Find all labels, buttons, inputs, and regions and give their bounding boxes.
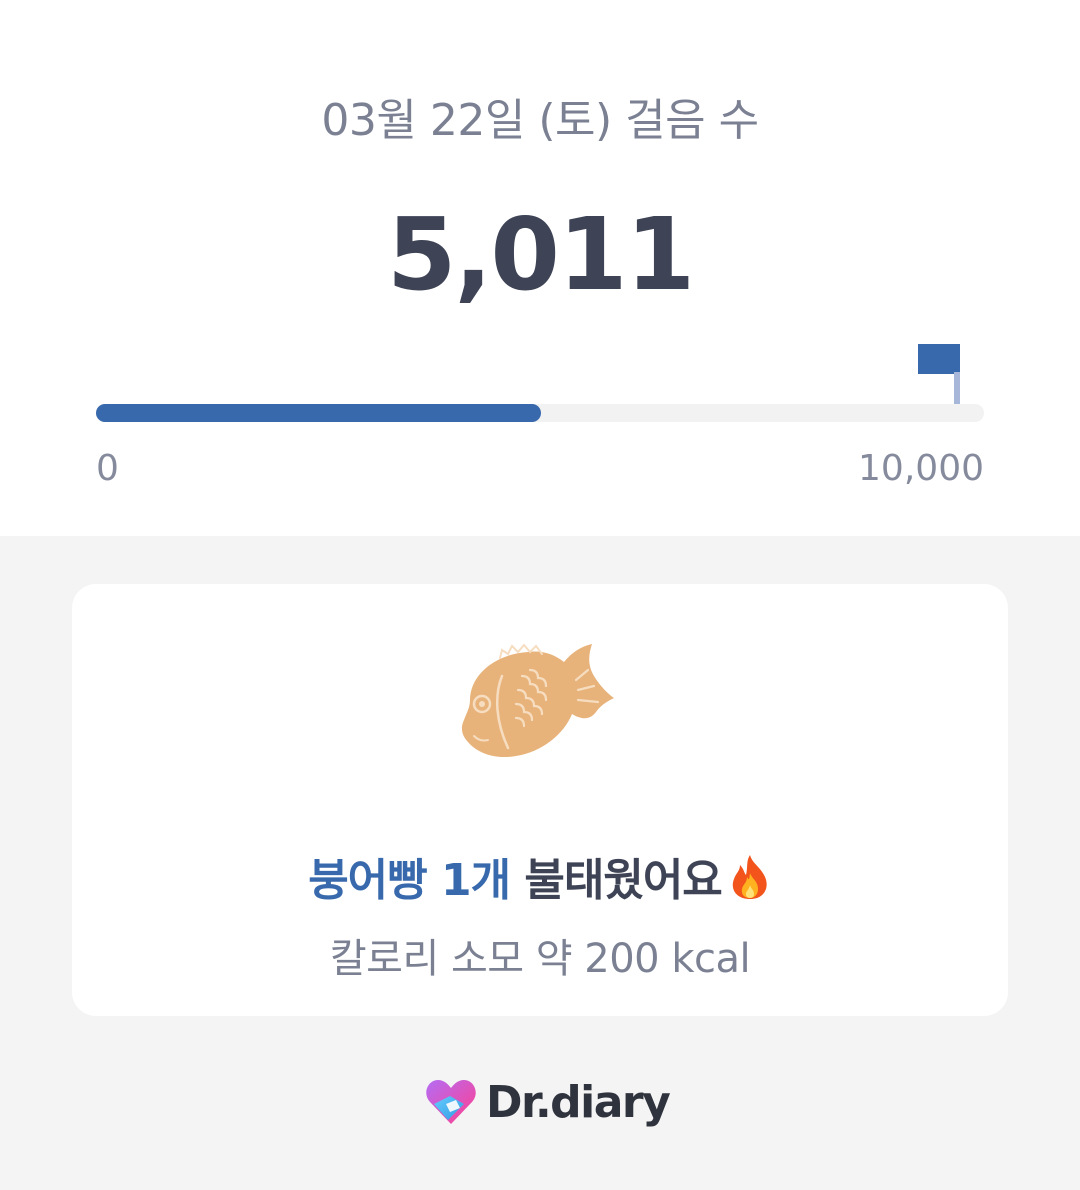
- step-summary-section: 03월 22일 (토) 걸음 수 5,011 0 10,000: [0, 0, 1080, 536]
- burn-headline-highlight: 붕어빵 1개: [308, 855, 511, 906]
- step-progress-bar: [96, 404, 984, 422]
- brand-name: Dr.diary: [486, 1076, 671, 1128]
- flag-icon: [918, 344, 962, 404]
- burn-headline: 붕어빵 1개 불태웠어요: [72, 844, 1008, 908]
- fire-icon: [732, 855, 767, 899]
- flag-pole: [954, 372, 960, 404]
- bungeoppang-icon: [461, 643, 614, 758]
- burn-headline-rest: 불태웠어요: [510, 855, 722, 906]
- calorie-text: 칼로리 소모 약 200 kcal: [329, 936, 751, 982]
- progress-max-label: 10,000: [858, 448, 984, 489]
- heart-logo-icon: [426, 1080, 476, 1124]
- date-title: 03월 22일 (토) 걸음 수: [321, 95, 759, 146]
- step-count: 5,011: [386, 196, 695, 313]
- step-progress-fill: [96, 404, 541, 422]
- calorie-card: 붕어빵 1개 불태웠어요 칼로리 소모 약 200 kcal: [72, 584, 1008, 1016]
- flag-banner: [918, 344, 960, 374]
- progress-min-label: 0: [96, 448, 119, 489]
- brand: Dr.diary: [424, 1074, 671, 1130]
